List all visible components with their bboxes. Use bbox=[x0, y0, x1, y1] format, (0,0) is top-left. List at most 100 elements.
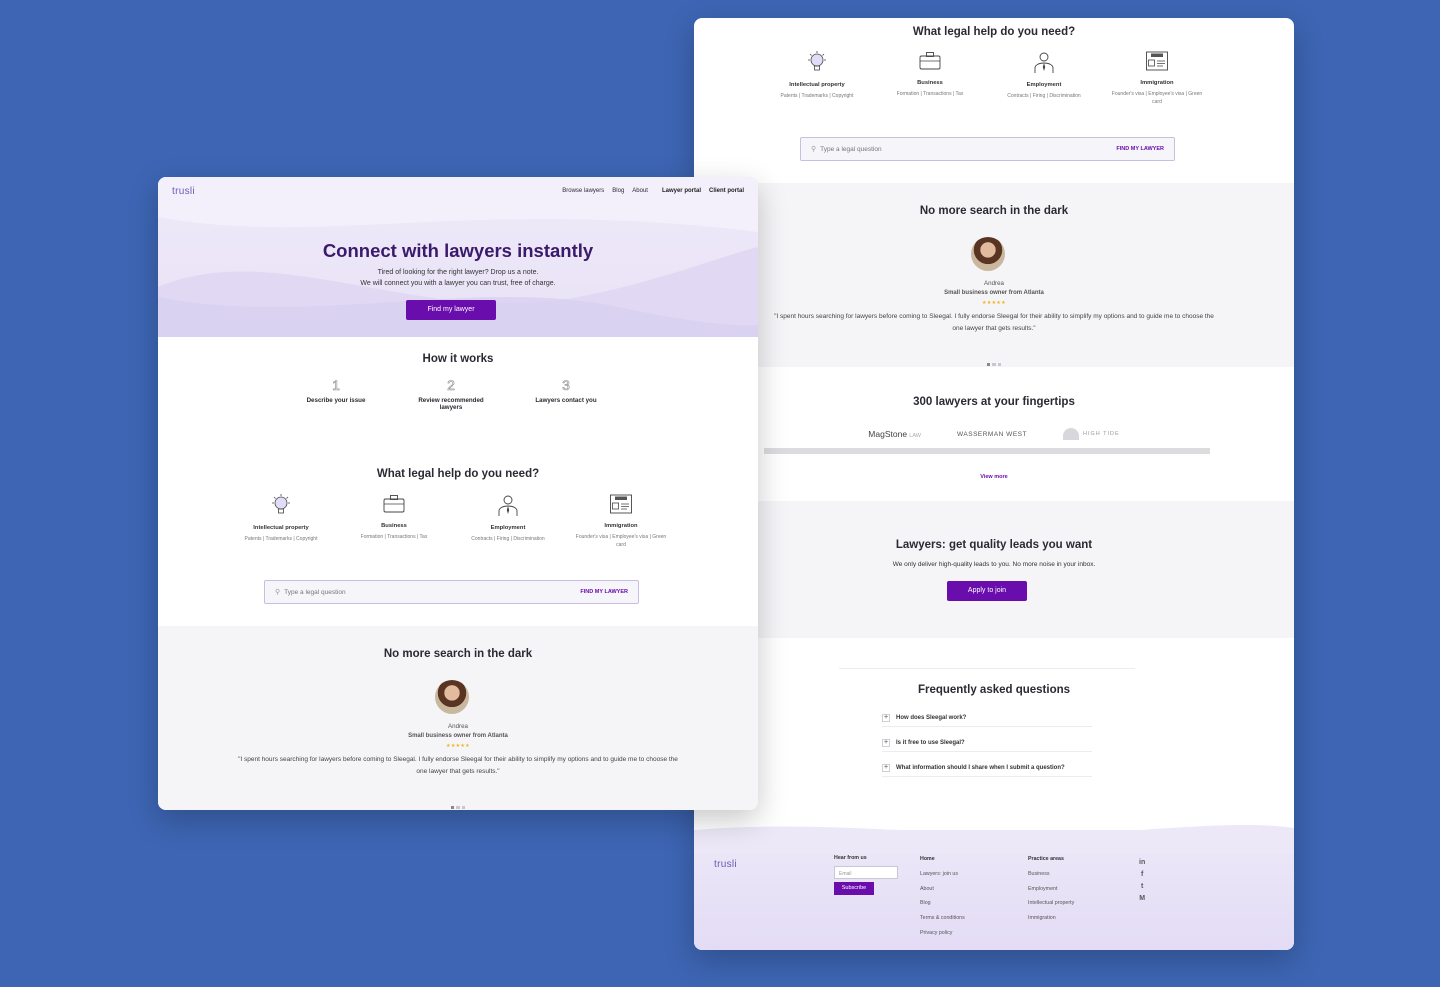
category-title: Employment bbox=[490, 525, 526, 531]
carousel-dot[interactable] bbox=[461, 805, 466, 809]
search-icon: ⚲ bbox=[275, 589, 281, 596]
category-business[interactable]: Business Formation | Transactions | Tax bbox=[344, 493, 444, 541]
category-intellectual-property[interactable]: Intellectual property Patents | Trademar… bbox=[767, 50, 867, 100]
social-icons: in f t M bbox=[1139, 857, 1145, 905]
wasserman-west-logo[interactable]: WASSERMAN WEST bbox=[957, 431, 1027, 438]
carousel-dot[interactable] bbox=[450, 805, 455, 809]
category-subtitle: Founder's visa | Employee's visa | Green… bbox=[575, 534, 667, 548]
briefcase-icon bbox=[919, 52, 941, 70]
testimonial-name: Andrea bbox=[984, 280, 1004, 287]
medium-icon[interactable]: M bbox=[1139, 893, 1145, 905]
logo-scrollbar[interactable] bbox=[764, 448, 1210, 454]
facebook-icon[interactable]: f bbox=[1139, 869, 1145, 881]
category-title: Intellectual property bbox=[253, 525, 309, 531]
twitter-icon[interactable]: t bbox=[1139, 881, 1145, 893]
footer-link[interactable]: Privacy policy bbox=[920, 926, 965, 941]
faq-item[interactable]: + What information should I share when I … bbox=[882, 759, 1092, 777]
testimonial-role: Small business owner from Atlanta bbox=[408, 733, 508, 739]
find-my-lawyer-button[interactable]: Find my lawyer bbox=[406, 300, 496, 320]
email-field[interactable]: Email bbox=[834, 865, 898, 879]
category-title: Immigration bbox=[1140, 80, 1174, 86]
category-title: Business bbox=[917, 80, 943, 86]
nav-client-portal[interactable]: Client portal bbox=[709, 188, 744, 194]
testimonial-quote: "I spent hours searching for lawyers bef… bbox=[774, 313, 1214, 333]
search-input[interactable]: Type a legal question bbox=[820, 146, 1116, 153]
category-employment[interactable]: Employment Contracts | Firing | Discrimi… bbox=[458, 493, 558, 543]
carousel-dot[interactable] bbox=[986, 362, 991, 366]
category-business[interactable]: Business Formation | Transactions | Tax bbox=[880, 50, 980, 98]
faq-title: Frequently asked questions bbox=[917, 684, 1071, 696]
footer-link[interactable]: Terms & conditions bbox=[920, 911, 965, 926]
trusli-logo[interactable]: trusli bbox=[172, 186, 195, 197]
leads-subtitle: We only deliver high-quality leads to yo… bbox=[892, 561, 1096, 568]
homepage-preview-back: What legal help do you need? Intellectua… bbox=[694, 18, 1294, 950]
testimonial-name: Andrea bbox=[448, 723, 468, 730]
find-my-lawyer-search-button[interactable]: FIND MY LAWYER bbox=[580, 589, 628, 595]
employee-icon bbox=[1034, 52, 1054, 73]
apply-to-join-button[interactable]: Apply to join bbox=[947, 581, 1027, 601]
search-icon: ⚲ bbox=[811, 146, 817, 153]
legal-help-title: What legal help do you need? bbox=[376, 468, 540, 480]
footer-link[interactable]: Business bbox=[1028, 867, 1074, 882]
footer-heading[interactable]: Home bbox=[920, 852, 965, 867]
category-subtitle: Patents | Trademarks | Copyright bbox=[780, 93, 854, 99]
linkedin-icon[interactable]: in bbox=[1139, 857, 1145, 869]
category-subtitle: Contracts | Firing | Discrimination bbox=[1007, 93, 1081, 99]
footer-link[interactable]: Lawyers: join us bbox=[920, 867, 965, 882]
subscribe-button[interactable]: Subscribe bbox=[834, 881, 874, 895]
footer-link[interactable]: About bbox=[920, 882, 965, 897]
footer-link[interactable]: Immigration bbox=[1028, 911, 1074, 926]
testimonial-title: No more search in the dark bbox=[383, 648, 533, 660]
legal-question-search[interactable]: ⚲ Type a legal question FIND MY LAWYER bbox=[800, 137, 1175, 161]
category-immigration[interactable]: Immigration Founder's visa | Employee's … bbox=[1107, 50, 1207, 106]
homepage-preview-front: Connect with lawyers instantly Tired of … bbox=[158, 177, 758, 810]
high-tide-icon bbox=[1062, 428, 1079, 440]
category-subtitle: Founder's visa | Employee's visa | Green… bbox=[1111, 91, 1203, 105]
lawyers-title: 300 lawyers at your fingertips bbox=[913, 396, 1075, 408]
category-subtitle: Formation | Transactions | Tax bbox=[360, 534, 428, 540]
nav-lawyer-portal[interactable]: Lawyer portal bbox=[662, 188, 701, 194]
carousel-dot[interactable] bbox=[992, 362, 996, 366]
footer-newsletter: Hear from us Email Subscribe bbox=[834, 854, 898, 895]
visa-icon bbox=[610, 494, 632, 514]
magstone-logo[interactable]: MagStone LAW bbox=[868, 429, 921, 439]
faq-item[interactable]: + Is it free to use Sleegal? bbox=[882, 734, 1092, 752]
plus-icon: + bbox=[882, 713, 890, 722]
carousel-dot[interactable] bbox=[456, 805, 460, 809]
view-more-link[interactable]: View more bbox=[694, 474, 1294, 480]
nav-links: Browse lawyers Blog About Lawyer portal … bbox=[562, 188, 744, 194]
nav-browse-lawyers[interactable]: Browse lawyers bbox=[562, 188, 604, 194]
category-subtitle: Patents | Trademarks | Copyright bbox=[244, 536, 318, 542]
carousel-dot[interactable] bbox=[997, 362, 1002, 366]
step-number: 1 bbox=[332, 377, 340, 394]
leads-title: Lawyers: get quality leads you want bbox=[895, 539, 1093, 551]
footer-link[interactable]: Intellectual property bbox=[1028, 896, 1074, 911]
nav-blog[interactable]: Blog bbox=[612, 188, 624, 194]
footer-heading: Hear from us bbox=[834, 855, 867, 861]
high-tide-logo[interactable]: HIGH TIDE bbox=[1062, 428, 1120, 440]
category-subtitle: Contracts | Firing | Discrimination bbox=[471, 536, 545, 542]
footer-link[interactable]: Employment bbox=[1028, 882, 1074, 897]
category-subtitle: Formation | Transactions | Tax bbox=[896, 91, 964, 97]
footer-wave-decoration bbox=[694, 825, 1294, 854]
step-number: 3 bbox=[562, 377, 570, 394]
find-my-lawyer-search-button[interactable]: FIND MY LAWYER bbox=[1116, 146, 1164, 152]
step-label: Lawyers contact you bbox=[535, 397, 597, 404]
category-intellectual-property[interactable]: Intellectual property Patents | Trademar… bbox=[231, 493, 331, 543]
top-nav: trusli Browse lawyers Blog About Lawyer … bbox=[158, 177, 758, 205]
carousel-dots bbox=[694, 353, 1294, 371]
category-immigration[interactable]: Immigration Founder's visa | Employee's … bbox=[571, 493, 671, 549]
faq-item[interactable]: + How does Sleegal work? bbox=[882, 709, 1092, 727]
search-input[interactable]: Type a legal question bbox=[284, 589, 580, 596]
star-rating: ★★★★★ bbox=[446, 743, 470, 749]
footer-link[interactable]: Blog bbox=[920, 896, 965, 911]
legal-question-search[interactable]: ⚲ Type a legal question FIND MY LAWYER bbox=[264, 580, 639, 604]
category-employment[interactable]: Employment Contracts | Firing | Discrimi… bbox=[994, 50, 1094, 100]
testimonial-title: No more search in the dark bbox=[919, 205, 1069, 217]
footer-home-links: Home Lawyers: join us About Blog Terms &… bbox=[920, 852, 965, 941]
footer-logo[interactable]: trusli bbox=[714, 859, 737, 870]
employee-icon bbox=[498, 495, 518, 516]
nav-about[interactable]: About bbox=[632, 188, 648, 194]
category-title: Immigration bbox=[604, 523, 638, 529]
lightbulb-icon bbox=[808, 51, 826, 71]
